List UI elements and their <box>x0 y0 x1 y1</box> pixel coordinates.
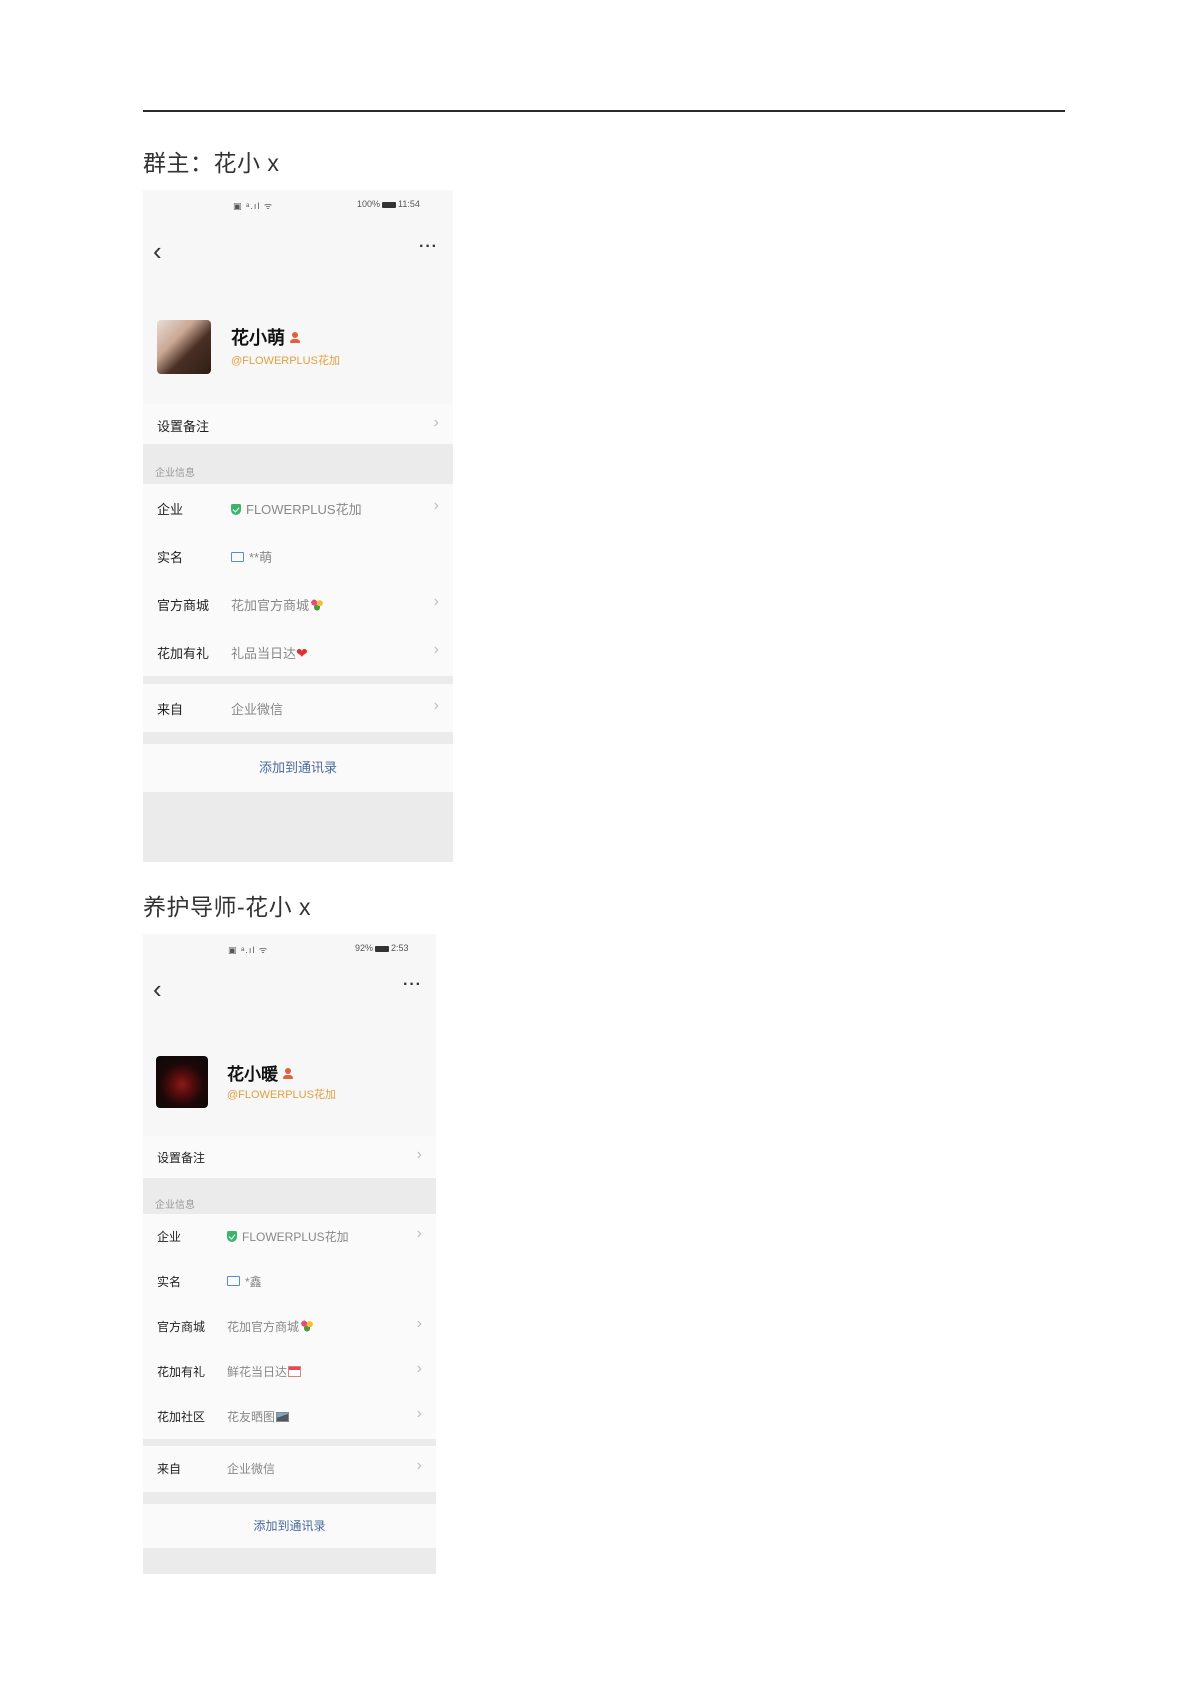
row-label: 实名 <box>157 1275 182 1289</box>
list-item-company[interactable]: 企业 FLOWERPLUS花加 › <box>143 484 453 533</box>
chevron-right-icon: › <box>416 1457 422 1474</box>
list-item-from[interactable]: 来自 企业微信 › <box>143 1446 436 1493</box>
more-horizontal-icon[interactable]: ··· <box>419 238 438 256</box>
add-to-contacts-button[interactable]: 添加到通讯录 <box>143 1504 436 1548</box>
group-header: 企业信息 <box>143 1178 436 1214</box>
profile-screenshot-2: ▣ ᵃ.ıl ᯤ 92% 2:53 ‹ ··· 花小暖 @FLOWERPLUS花加… <box>143 934 436 1574</box>
row-label: 官方商城 <box>157 1320 206 1334</box>
calendar-icon <box>288 1366 302 1377</box>
row-value: 企业微信 <box>227 1462 276 1476</box>
list-item-gift[interactable]: 花加有礼 鲜花当日达 › <box>143 1349 436 1395</box>
verified-shield-icon <box>231 504 241 515</box>
person-icon <box>283 1068 293 1079</box>
row-value: FLOWERPLUS花加 <box>227 1228 349 1245</box>
set-note-label: 设置备注 <box>157 1151 206 1165</box>
chevron-right-icon: › <box>433 414 439 431</box>
add-to-contacts-button[interactable]: 添加到通讯录 <box>143 744 453 792</box>
verified-shield-icon <box>227 1231 237 1242</box>
status-battery: 100% 11:54 <box>357 199 420 209</box>
profile-screenshot-1: ▣ ᵃ.ıl ᯤ 100% 11:54 ‹ ··· 花小萌 @FLOWERPLUS… <box>143 190 453 862</box>
chevron-left-icon[interactable]: ‹ <box>153 238 162 264</box>
row-value: 花友晒图 <box>227 1408 290 1425</box>
bottom-filler <box>143 1548 436 1574</box>
bottom-filler <box>143 792 453 862</box>
chevron-right-icon: › <box>416 1146 422 1163</box>
row-label: 花加有礼 <box>157 1365 206 1379</box>
profile-name: 花小萌 <box>231 324 300 350</box>
heart-icon: ❤ <box>296 645 308 661</box>
status-bar: ▣ ᵃ.ıl ᯤ 100% 11:54 <box>143 190 453 218</box>
set-note-row[interactable]: 设置备注 › <box>143 1136 436 1179</box>
id-card-icon <box>227 1276 240 1286</box>
chevron-right-icon: › <box>433 497 439 514</box>
divider <box>143 1492 436 1504</box>
status-signal: ▣ ᵃ.ıl ᯤ <box>228 945 269 955</box>
person-icon <box>290 332 300 343</box>
id-card-icon <box>231 552 244 562</box>
status-signal: ▣ ᵃ.ıl ᯤ <box>233 201 274 211</box>
row-label: 企业 <box>157 502 184 517</box>
avatar[interactable] <box>156 1056 208 1108</box>
list-item-official-store[interactable]: 官方商城 花加官方商城 › <box>143 1304 436 1350</box>
row-label: 花加有礼 <box>157 646 210 661</box>
chevron-left-icon[interactable]: ‹ <box>153 976 162 1002</box>
row-value: 企业微信 <box>231 702 284 717</box>
status-bar: ▣ ᵃ.ıl ᯤ 92% 2:53 <box>143 934 436 962</box>
list-item-community[interactable]: 花加社区 花友晒图 › <box>143 1394 436 1440</box>
row-label: 官方商城 <box>157 598 210 613</box>
row-label: 来自 <box>157 1462 182 1476</box>
row-label: 花加社区 <box>157 1410 206 1424</box>
top-divider <box>143 110 1065 112</box>
section-title-care-mentor: 养护导师-花小 x <box>143 894 312 920</box>
divider <box>143 732 453 744</box>
row-value: 礼品当日达❤ <box>231 645 308 661</box>
more-horizontal-icon[interactable]: ··· <box>403 976 422 994</box>
row-value: 鲜花当日达 <box>227 1363 302 1380</box>
chevron-right-icon: › <box>416 1225 422 1242</box>
row-value: FLOWERPLUS花加 <box>231 499 362 518</box>
list-item-realname: 实名 *鑫 <box>143 1259 436 1305</box>
row-label: 企业 <box>157 1230 182 1244</box>
chevron-right-icon: › <box>433 641 439 658</box>
set-note-label: 设置备注 <box>157 419 210 434</box>
chevron-right-icon: › <box>416 1360 422 1377</box>
row-value: **萌 <box>231 547 272 566</box>
group-label: 企业信息 <box>155 1200 195 1211</box>
bouquet-icon <box>300 1320 315 1332</box>
divider <box>143 676 453 684</box>
list-item-realname: 实名 **萌 <box>143 532 453 581</box>
chevron-right-icon: › <box>433 593 439 610</box>
list-item-company[interactable]: 企业 FLOWERPLUS花加 › <box>143 1214 436 1260</box>
profile-handle: @FLOWERPLUS花加 <box>227 1089 336 1101</box>
chevron-right-icon: › <box>416 1315 422 1332</box>
row-label: 实名 <box>157 550 184 565</box>
set-note-row[interactable]: 设置备注 › <box>143 404 453 445</box>
bouquet-icon <box>310 599 325 611</box>
chevron-right-icon: › <box>433 697 439 714</box>
chevron-right-icon: › <box>416 1405 422 1422</box>
group-label: 企业信息 <box>155 468 195 479</box>
row-label: 来自 <box>157 702 184 717</box>
row-value: 花加官方商城 <box>231 595 325 614</box>
group-header: 企业信息 <box>143 444 453 484</box>
divider <box>143 1439 436 1446</box>
section-title-group-owner: 群主：花小 x <box>143 150 280 176</box>
avatar[interactable] <box>157 320 211 374</box>
status-battery: 92% 2:53 <box>355 943 409 953</box>
profile-name: 花小暖 <box>227 1060 293 1085</box>
list-item-from[interactable]: 来自 企业微信 › <box>143 684 453 733</box>
profile-handle: @FLOWERPLUS花加 <box>231 355 340 367</box>
list-item-official-store[interactable]: 官方商城 花加官方商城 › <box>143 580 453 629</box>
row-value: 花加官方商城 <box>227 1318 315 1335</box>
photo-icon <box>276 1412 290 1422</box>
list-item-gift[interactable]: 花加有礼 礼品当日达❤ › <box>143 628 453 677</box>
row-value: *鑫 <box>227 1273 262 1290</box>
